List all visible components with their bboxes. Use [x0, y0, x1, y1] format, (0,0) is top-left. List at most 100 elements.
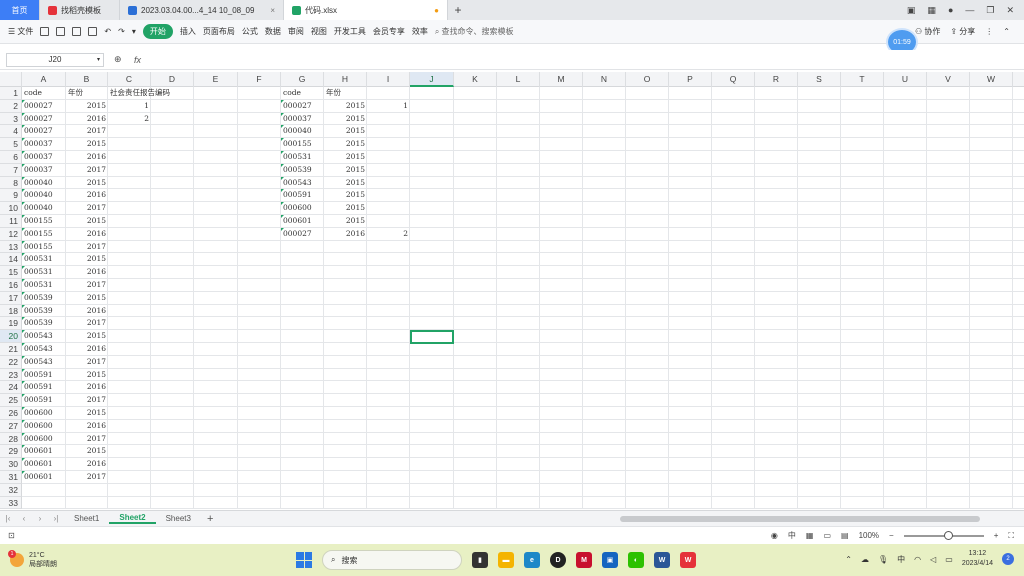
row-header-6[interactable]: 6	[0, 150, 22, 164]
zoom-level[interactable]: 100%	[859, 531, 879, 540]
tab-start[interactable]: 开始	[142, 24, 173, 39]
dell-icon[interactable]: D	[550, 552, 566, 568]
cell-a5[interactable]: 000037	[22, 138, 66, 151]
cell-c2[interactable]: 1	[108, 100, 151, 113]
cell-b24[interactable]: 2016	[66, 381, 108, 394]
zoom-slider[interactable]	[903, 530, 984, 540]
spreadsheet-grid[interactable]: ABCDEFGHIJKLMNOPQRSTUVW 1 2 3 4 5 6 7 8 9 10 11 12 1…	[0, 72, 1024, 510]
row-header-31[interactable]: 31	[0, 470, 22, 484]
cell-a12[interactable]: 000155	[22, 227, 66, 241]
name-box[interactable]: J20 ▾	[6, 52, 104, 67]
column-header-w[interactable]: W	[970, 72, 1013, 87]
column-header-f[interactable]: F	[238, 72, 281, 87]
cell-b3[interactable]: 2016	[66, 113, 108, 126]
save-icon[interactable]	[40, 27, 50, 36]
tab-document[interactable]: 2023.03.04.00...4_14 10_08_09 ×	[120, 0, 284, 20]
cell-h4[interactable]: 2015	[324, 125, 367, 138]
tab-home[interactable]: 首页	[0, 0, 40, 20]
cell-b23[interactable]: 2015	[66, 369, 108, 382]
cell-b20[interactable]: 2015	[66, 330, 108, 343]
row-header-2[interactable]: 2	[0, 99, 22, 113]
tab-view[interactable]: 视图	[311, 26, 327, 37]
sheet-tab-3[interactable]: Sheet3	[156, 514, 201, 523]
row-header-28[interactable]: 28	[0, 432, 22, 446]
cell-h1[interactable]: 年份	[324, 87, 367, 100]
row-header-1[interactable]: 1	[0, 87, 22, 100]
column-header-h[interactable]: H	[324, 72, 367, 87]
export-icon[interactable]	[56, 27, 66, 36]
cell-b10[interactable]: 2017	[66, 202, 108, 215]
new-tab-button[interactable]: +	[448, 0, 468, 20]
row-header-23[interactable]: 23	[0, 368, 22, 382]
prev-sheet-icon[interactable]: ‹	[16, 514, 32, 523]
page-layout-view-icon[interactable]: ▭	[823, 531, 831, 540]
cell-b5[interactable]: 2015	[66, 138, 108, 151]
cell-g2[interactable]: 000027	[281, 99, 324, 113]
row-header-30[interactable]: 30	[0, 458, 22, 471]
taskbar-search[interactable]: ⌕ 搜索	[322, 550, 462, 570]
more-options-icon[interactable]: ⋮	[985, 27, 993, 36]
cell-g7[interactable]: 000539	[281, 163, 324, 177]
add-sheet-button[interactable]: +	[201, 513, 219, 525]
cell-b14[interactable]: 2015	[66, 253, 108, 266]
cell-a17[interactable]: 000539	[22, 291, 66, 305]
wifi-icon[interactable]: ◠	[914, 555, 921, 564]
column-header-d[interactable]: D	[151, 72, 194, 87]
cell-c1[interactable]: 社会责任报告编码	[108, 87, 198, 100]
cell-a16[interactable]: 000531	[22, 278, 66, 292]
cell-h7[interactable]: 2015	[324, 164, 367, 177]
weather-widget[interactable]: 1 21°C 局部晴朗	[0, 550, 57, 569]
cell-a14[interactable]: 000531	[22, 253, 66, 266]
cell-a22[interactable]: 000543	[22, 355, 66, 369]
cell-a10[interactable]: 000040	[22, 202, 66, 215]
row-header-17[interactable]: 17	[0, 291, 22, 305]
tab-data[interactable]: 数据	[265, 26, 281, 37]
column-header-c[interactable]: C	[108, 72, 151, 87]
wps-app-icon[interactable]: W	[680, 552, 696, 568]
cell-g9[interactable]: 000591	[281, 189, 324, 202]
cell-h10[interactable]: 2015	[324, 202, 367, 215]
cell-b30[interactable]: 2016	[66, 458, 108, 471]
file-explorer-icon[interactable]: ▬	[498, 552, 514, 568]
row-header-12[interactable]: 12	[0, 227, 22, 241]
cell-b26[interactable]: 2015	[66, 407, 108, 420]
row-header-19[interactable]: 19	[0, 317, 22, 331]
cell-a25[interactable]: 000591	[22, 394, 66, 407]
cell-a9[interactable]: 000040	[22, 189, 66, 202]
cell-b25[interactable]: 2017	[66, 394, 108, 407]
column-header-m[interactable]: M	[540, 72, 583, 87]
column-header-q[interactable]: Q	[712, 72, 755, 87]
cell-h6[interactable]: 2015	[324, 151, 367, 164]
clock[interactable]: 13:12 2023/4/14	[962, 549, 993, 569]
column-header-k[interactable]: K	[454, 72, 497, 87]
eye-protect-icon[interactable]: ◉	[771, 531, 778, 540]
volume-icon[interactable]: ◁	[930, 555, 936, 564]
preview-icon[interactable]	[88, 27, 98, 36]
cell-b6[interactable]: 2016	[66, 151, 108, 164]
column-header-l[interactable]: L	[497, 72, 540, 87]
word-app-icon[interactable]: W	[654, 552, 670, 568]
collab-button[interactable]: ⚇ 协作	[915, 26, 940, 37]
cell-a2[interactable]: 000027	[22, 99, 66, 113]
cell-a31[interactable]: 000601	[22, 470, 66, 484]
start-menu-icon[interactable]	[296, 552, 312, 568]
cell-h2[interactable]: 2015	[324, 100, 367, 113]
cell-b19[interactable]: 2017	[66, 317, 108, 330]
row-header-18[interactable]: 18	[0, 304, 22, 318]
cell-a28[interactable]: 000600	[22, 432, 66, 446]
chevron-up-icon[interactable]: ⌃	[845, 555, 852, 564]
cell-h9[interactable]: 2015	[324, 189, 367, 202]
horizontal-scrollbar[interactable]	[620, 516, 980, 522]
cell-a3[interactable]: 000027	[22, 112, 66, 126]
cell-h5[interactable]: 2015	[324, 138, 367, 151]
cell-b18[interactable]: 2016	[66, 305, 108, 318]
share-button[interactable]: ⇪ 分享	[950, 26, 975, 37]
tab-efficiency[interactable]: 效率	[412, 26, 428, 37]
column-header-v[interactable]: V	[927, 72, 970, 87]
cell-a23[interactable]: 000591	[22, 368, 66, 382]
fullscreen-icon[interactable]: ⛶	[1008, 531, 1014, 541]
cell-b4[interactable]: 2017	[66, 125, 108, 138]
cell-a6[interactable]: 000037	[22, 150, 66, 164]
cell-b27[interactable]: 2016	[66, 420, 108, 433]
cell-g6[interactable]: 000531	[281, 150, 324, 164]
